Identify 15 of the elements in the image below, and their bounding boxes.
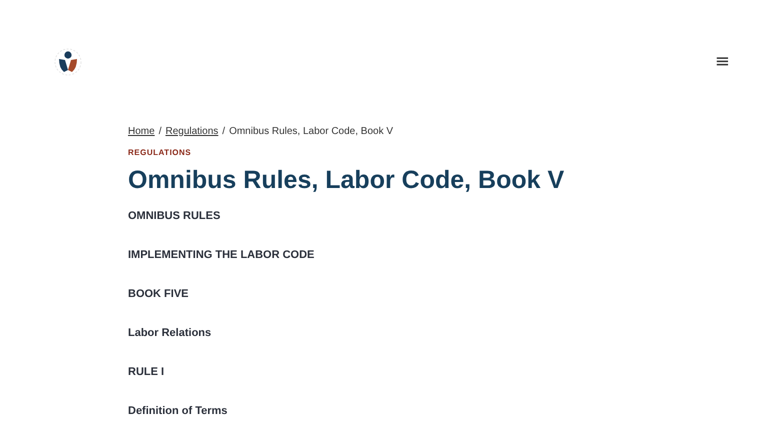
section-heading: OMNIBUS RULES — [128, 209, 222, 224]
breadcrumb-link[interactable]: Home — [128, 126, 155, 136]
section-heading: IMPLEMENTING THE LABOR CODE — [128, 248, 316, 263]
category-label: REGULATIONS — [128, 148, 192, 157]
section-heading: BOOK FIVE — [128, 287, 190, 302]
menu-button[interactable]: ≡ — [714, 53, 730, 71]
breadcrumb-separator: / — [158, 126, 162, 136]
section-heading: Definition of Terms — [128, 404, 228, 419]
logo-icon[interactable] — [54, 48, 82, 76]
section-heading: RULE I — [128, 365, 166, 380]
section-heading: Labor Relations — [128, 326, 212, 341]
breadcrumb-link[interactable]: Regulations — [165, 126, 218, 136]
breadcrumb-separator: / — [222, 126, 226, 136]
breadcrumb-current: Omnibus Rules, Labor Code, Book V — [229, 126, 394, 136]
page-title: Omnibus Rules, Labor Code, Book V — [128, 165, 566, 195]
